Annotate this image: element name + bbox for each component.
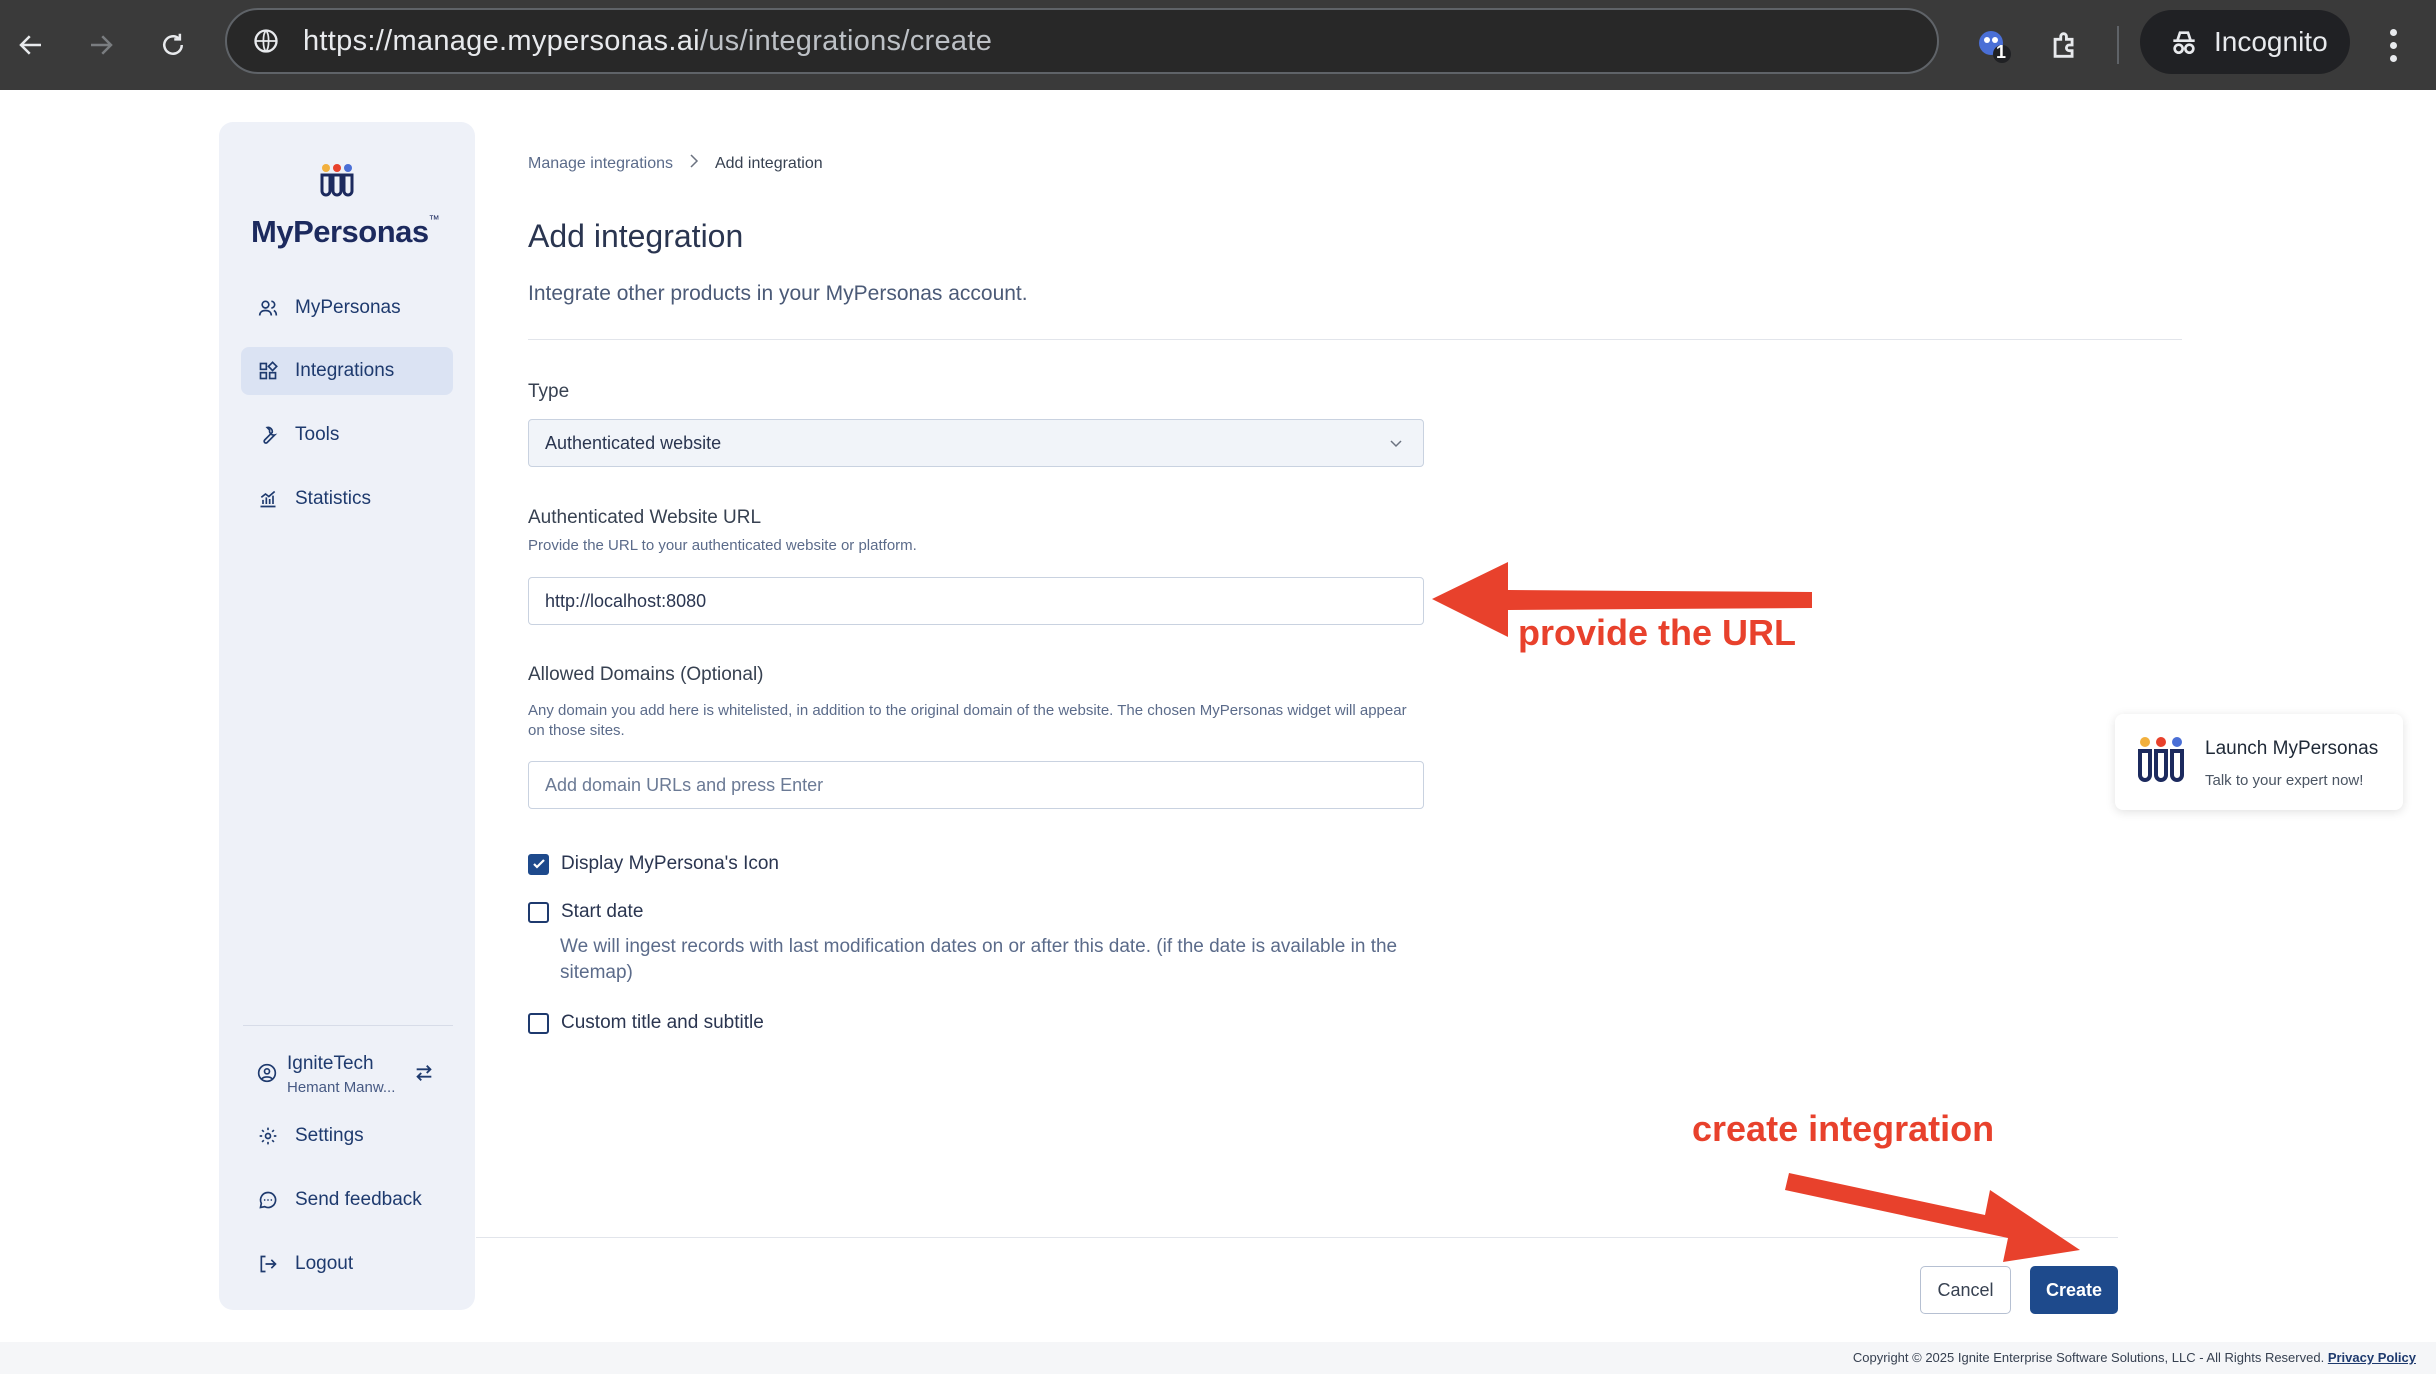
copyright-text: Copyright © 2025 Ignite Enterprise Softw… [1853, 1350, 2416, 1365]
copyright-label: Copyright © 2025 Ignite Enterprise Softw… [1852, 1350, 2325, 1365]
arrow-to-create-button [1785, 1173, 2080, 1262]
annotation-provide-url: provide the URL [1518, 612, 1797, 653]
page-footer: Copyright © 2025 Ignite Enterprise Softw… [0, 1342, 2436, 1374]
annotation-arrows [1432, 562, 2080, 1262]
privacy-policy-link[interactable]: Privacy Policy [2328, 1350, 2416, 1365]
annotation-create-integration: create integration [1692, 1108, 1995, 1149]
